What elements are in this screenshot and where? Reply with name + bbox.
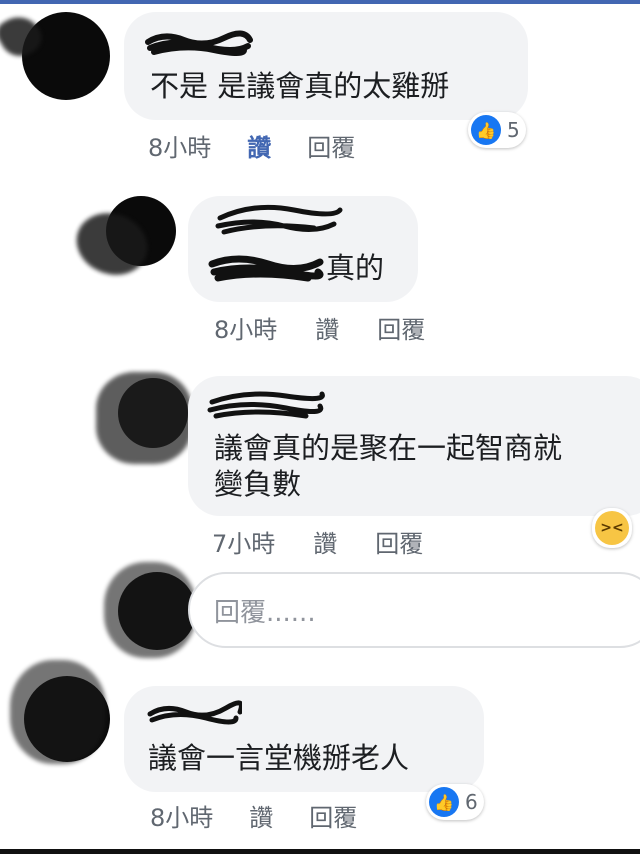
comment-meta: 8小時 讚 回覆 (150, 798, 357, 833)
avatar-redaction (96, 372, 192, 464)
reaction-badge[interactable]: 👍 6 (426, 784, 484, 820)
reply-button[interactable]: 回覆 (307, 128, 355, 163)
comment-time[interactable]: 8小時 (214, 310, 277, 345)
thumbs-up-icon: 👍 (429, 787, 459, 817)
like-button[interactable]: 讚 (247, 128, 271, 163)
reaction-count: 5 (507, 118, 520, 142)
reaction-badge[interactable]: 👍 5 (468, 112, 526, 148)
like-button[interactable]: 讚 (315, 310, 339, 345)
comment-meta: 8小時 讚 回覆 (148, 128, 355, 163)
comment-time[interactable]: 8小時 (150, 798, 213, 833)
comment-text: 不是 是議會真的太雞掰 (150, 69, 450, 103)
comment-text-line-2: 變負數 (214, 467, 302, 501)
reply-button[interactable]: 回覆 (377, 310, 425, 345)
reply-button[interactable]: 回覆 (309, 798, 357, 833)
comment-time[interactable]: 8小時 (148, 128, 211, 163)
reply-button[interactable]: 回覆 (375, 524, 423, 559)
comment-bubble: 議會一言堂機掰老人 (124, 686, 484, 792)
comment-text: 真的 (326, 251, 385, 285)
comment-text: 議會一言堂機掰老人 (148, 741, 410, 775)
reply-input[interactable]: 回覆...... (188, 572, 640, 648)
comment-bubble: 議會真的是聚在一起智商就 變負數 (188, 376, 640, 516)
redacted-author-name (215, 204, 343, 235)
reaction-badge[interactable]: >< (592, 508, 632, 548)
comment-bubble: 不是 是議會真的太雞掰 (124, 12, 528, 120)
reply-placeholder: 回覆...... (214, 598, 316, 628)
reaction-count: 6 (465, 790, 478, 814)
comment-meta: 7小時 讚 回覆 (212, 524, 423, 559)
thumbs-up-icon: 👍 (471, 115, 501, 145)
like-button[interactable]: 讚 (249, 798, 273, 833)
comment-time[interactable]: 7小時 (212, 524, 275, 559)
avatar-redaction (10, 660, 106, 764)
top-accent-bar (0, 0, 640, 4)
redacted-mention (208, 255, 324, 282)
comment-bubble: 真的 (188, 196, 418, 302)
haha-emoji-icon: >< (595, 511, 629, 545)
redacted-author-name (147, 700, 242, 725)
bottom-edge (0, 849, 640, 854)
comment-meta: 8小時 讚 回覆 (214, 310, 425, 345)
redacted-author-name (207, 391, 325, 419)
like-button[interactable]: 讚 (313, 524, 337, 559)
avatar-redaction (104, 562, 196, 658)
comment-text-line-1: 議會真的是聚在一起智商就 (214, 431, 563, 465)
redacted-author-name (145, 30, 253, 56)
